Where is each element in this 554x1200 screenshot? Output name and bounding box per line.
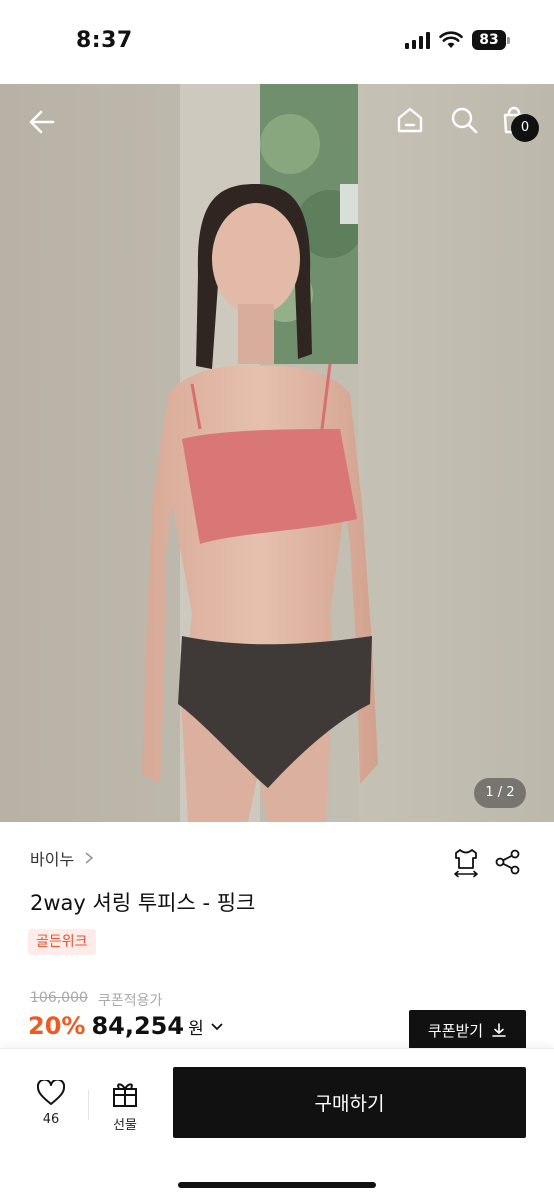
back-button[interactable]: [22, 102, 62, 142]
home-button[interactable]: [392, 102, 428, 138]
product-photo: [0, 84, 554, 822]
buy-button[interactable]: 구매하기: [173, 1067, 526, 1138]
gift-label: 선물: [113, 1118, 137, 1133]
battery-level: 83: [472, 30, 506, 50]
status-icons: 83: [405, 30, 510, 50]
discount-rate: 20%: [28, 1012, 86, 1040]
gift-icon: [113, 1083, 137, 1107]
size-guide-icon[interactable]: [450, 846, 482, 878]
chevron-right-icon: [85, 852, 94, 864]
brand-link[interactable]: 바이누: [30, 846, 96, 870]
product-image[interactable]: 0 1 / 2: [0, 84, 554, 822]
promo-badge: 골든위크: [28, 929, 96, 955]
image-counter: 1 / 2: [474, 778, 526, 808]
like-button[interactable]: 46: [30, 1080, 72, 1127]
chevron-down-icon: [211, 1023, 223, 1031]
home-icon: [397, 107, 423, 133]
battery-icon: 83: [472, 30, 510, 50]
sale-price: 84,254: [91, 1012, 185, 1040]
arrow-left-icon: [29, 110, 55, 134]
status-time: 8:37: [76, 28, 133, 53]
like-count: 46: [42, 1112, 60, 1127]
product-title: 2way 셔링 투피스 - 핑크: [30, 891, 256, 915]
coupon-price-note: 쿠폰적용가: [98, 993, 163, 1009]
buy-label: 구매하기: [314, 1093, 385, 1115]
original-price: 106,000: [30, 990, 88, 1006]
download-icon: [492, 1023, 506, 1037]
status-bar: 8:37 83: [0, 0, 554, 84]
wifi-icon: [439, 31, 463, 48]
gift-button[interactable]: 선물: [104, 1080, 146, 1133]
divider: [88, 1090, 89, 1120]
get-coupon-label: 쿠폰받기: [427, 1021, 484, 1040]
brand-name: 바이누: [30, 850, 75, 869]
home-indicator: [178, 1182, 376, 1188]
get-coupon-button[interactable]: 쿠폰받기: [409, 1010, 526, 1050]
heart-icon: [37, 1080, 65, 1105]
cart-count-badge: 0: [511, 114, 539, 142]
share-icon[interactable]: [494, 848, 522, 876]
search-button[interactable]: [446, 102, 482, 138]
currency-unit: 원: [188, 1019, 204, 1039]
price-row[interactable]: 20% 84,254 원: [28, 1012, 224, 1040]
search-icon: [451, 107, 478, 134]
cellular-signal-icon: [405, 31, 430, 49]
